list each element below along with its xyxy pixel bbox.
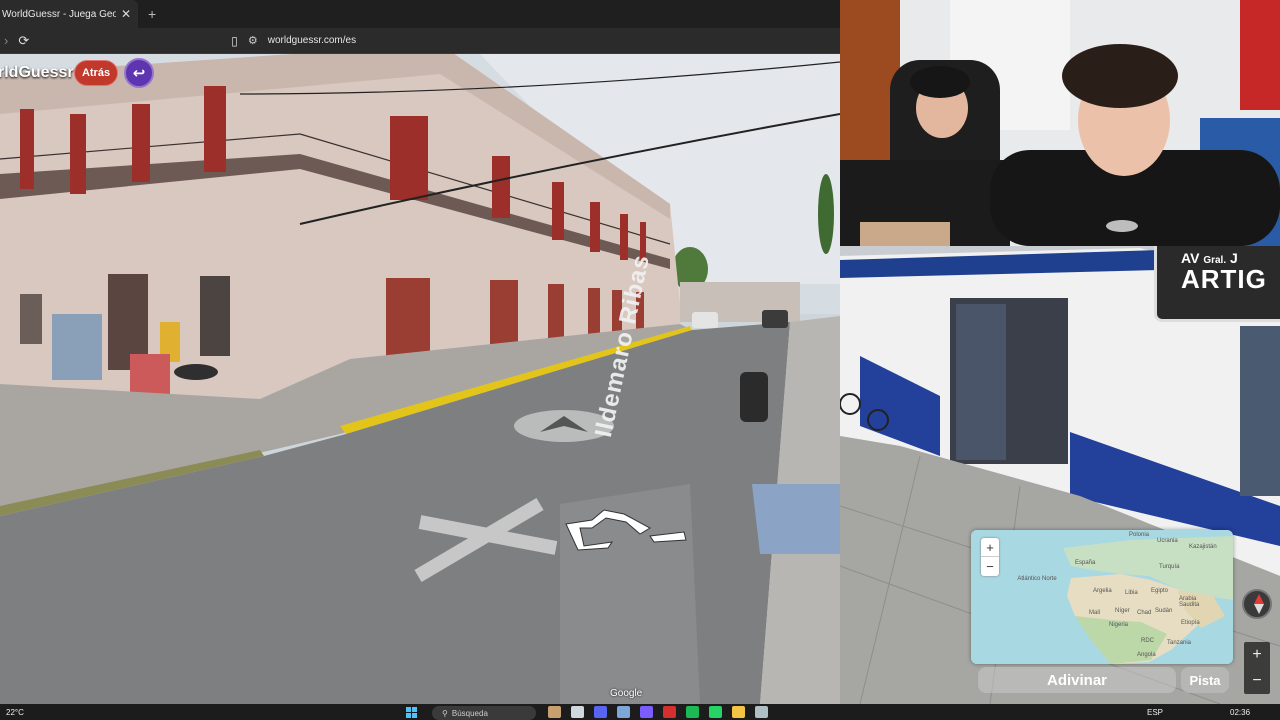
- sign-street: ARTIG: [1181, 264, 1267, 294]
- forward-icon[interactable]: ›: [4, 33, 8, 48]
- map-label-egipto: Egipto: [1151, 588, 1169, 594]
- map-label-chad: Chad: [1137, 610, 1152, 616]
- streetview-zoom-out-button[interactable]: −: [1244, 668, 1270, 694]
- browser-icon[interactable]: [663, 706, 676, 718]
- url-text[interactable]: worldguessr.com/es: [268, 35, 356, 46]
- discord-icon[interactable]: [594, 706, 607, 718]
- spotify-icon[interactable]: [686, 706, 699, 718]
- reload-icon[interactable]: ⟳: [18, 33, 29, 49]
- hint-button[interactable]: Pista: [1181, 667, 1229, 693]
- browser-tab-bar: WorldGuessr - Juega GeoGuessr ✕ +: [0, 0, 840, 28]
- guess-button[interactable]: Adivinar: [978, 667, 1176, 693]
- map-label-niger: Níger: [1115, 608, 1130, 614]
- street-sign: AV Gral. J ARTIG: [1154, 246, 1280, 322]
- map-label-espana: España: [1075, 560, 1096, 566]
- app-icon[interactable]: [571, 706, 584, 718]
- map-label-atlantico: Atlántico Norte: [1017, 576, 1057, 582]
- map-label-polonia: Polonia: [1129, 532, 1150, 538]
- browser-tab[interactable]: WorldGuessr - Juega GeoGuessr ✕: [0, 0, 138, 28]
- map-label-nigeria: Nigeria: [1109, 622, 1129, 628]
- map-zoom-in-button[interactable]: +: [981, 538, 999, 557]
- clock[interactable]: 02:36: [1230, 708, 1250, 717]
- compass-icon[interactable]: [1242, 589, 1272, 619]
- map-label-mali: Malí: [1089, 610, 1101, 616]
- search-icon: ⚲: [442, 708, 448, 718]
- windows-start-icon[interactable]: [406, 707, 417, 718]
- guess-minimap[interactable]: Polonia Ucrania Kazajistán España Turquí…: [971, 530, 1233, 664]
- webcam-overlay: [840, 0, 1280, 246]
- taskbar: 22°C ⚲ Búsqueda ESP 02:36: [0, 704, 1280, 720]
- taskbar-apps: [548, 706, 768, 718]
- folder-icon[interactable]: [732, 706, 745, 718]
- map-label-argelia: Argelia: [1093, 588, 1112, 594]
- map-label-arabia: Arabia Saudita: [1179, 596, 1200, 608]
- screen: WorldGuessr - Juega GeoGuessr ✕ + › ⟳ ▯ …: [0, 0, 1280, 720]
- return-to-start-icon[interactable]: ↩: [124, 58, 154, 88]
- app-icon[interactable]: [640, 706, 653, 718]
- address-bar: › ⟳ ▯ ⚙ worldguessr.com/es: [0, 28, 840, 54]
- map-label-rdc: RDC: [1141, 638, 1154, 644]
- tab-title: WorldGuessr - Juega GeoGuessr: [2, 8, 116, 20]
- site-settings-icon[interactable]: ⚙: [248, 34, 258, 47]
- google-watermark: Google: [610, 688, 643, 699]
- new-tab-icon[interactable]: +: [148, 6, 156, 22]
- app-icon[interactable]: [617, 706, 630, 718]
- worldguessr-logo: rldGuessr: [0, 64, 74, 81]
- street-scene: [0, 54, 840, 704]
- webcam-scene: [840, 0, 1280, 246]
- map-label-tanzania: Tanzania: [1167, 640, 1192, 646]
- streetview-zoom-in-button[interactable]: +: [1244, 642, 1270, 668]
- search-placeholder: Búsqueda: [451, 708, 488, 718]
- bookmark-icon[interactable]: ▯: [231, 34, 238, 48]
- map-zoom-out-button[interactable]: −: [981, 557, 999, 576]
- tab-close-icon[interactable]: ✕: [120, 7, 132, 21]
- weather-temperature[interactable]: 22°C: [6, 708, 24, 717]
- map-label-angola: Angola: [1137, 652, 1156, 658]
- taskbar-search[interactable]: ⚲ Búsqueda: [432, 706, 536, 720]
- map-label-ucrania: Ucrania: [1157, 538, 1178, 544]
- map-label-libia: Libia: [1125, 590, 1138, 596]
- whatsapp-icon[interactable]: [709, 706, 722, 718]
- back-button[interactable]: Atrás: [74, 60, 118, 86]
- language-indicator[interactable]: ESP: [1147, 708, 1163, 717]
- app-icon[interactable]: [548, 706, 561, 718]
- app-icon[interactable]: [755, 706, 768, 718]
- street-view-panorama[interactable]: rldGuessr Atrás ↩ Ildemaro Ribas Google: [0, 54, 840, 704]
- map-label-kazajistan: Kazajistán: [1189, 544, 1217, 550]
- map-label-etiopia: Etiopía: [1181, 620, 1200, 626]
- map-zoom-control: + −: [981, 538, 999, 576]
- streetview-zoom-control: + −: [1244, 642, 1270, 694]
- map-label-sudan: Sudán: [1155, 608, 1173, 614]
- map-label-turquia: Turquía: [1159, 564, 1180, 570]
